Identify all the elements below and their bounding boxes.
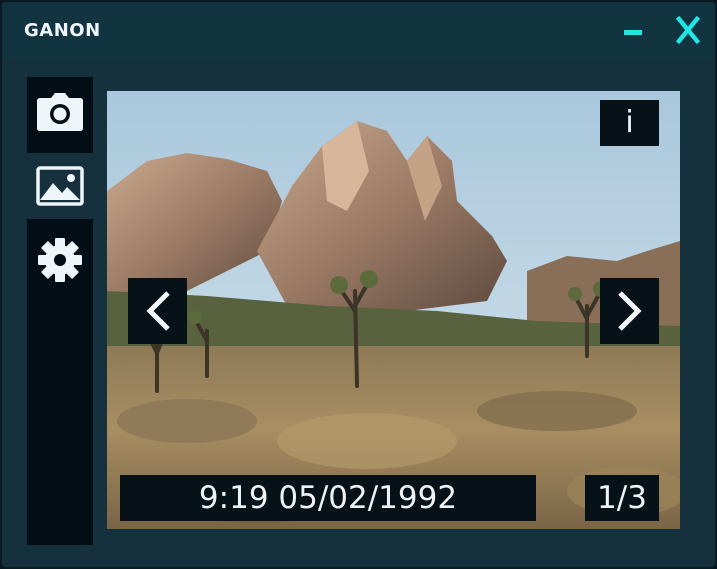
close-button[interactable] xyxy=(670,12,706,48)
gear-icon xyxy=(38,238,82,282)
app-window: GANON i 9:19 05/02/1992 1/3 xyxy=(0,0,717,569)
chevron-left-icon xyxy=(146,291,170,331)
minimize-button[interactable] xyxy=(621,18,647,44)
minimize-icon xyxy=(624,30,642,35)
titlebar: GANON xyxy=(2,2,715,60)
main-content: i 9:19 05/02/1992 1/3 xyxy=(27,77,693,545)
image-icon xyxy=(36,166,84,206)
chevron-right-icon xyxy=(618,291,642,331)
desert-landscape-image xyxy=(107,91,680,529)
camera-icon xyxy=(37,93,83,131)
photo-image: i 9:19 05/02/1992 1/3 xyxy=(107,91,680,529)
sidebar xyxy=(27,77,93,545)
close-icon xyxy=(675,15,701,45)
sidebar-item-settings[interactable] xyxy=(27,227,93,293)
next-photo-button[interactable] xyxy=(600,278,659,344)
info-button[interactable]: i xyxy=(600,100,659,146)
previous-photo-button[interactable] xyxy=(128,278,187,344)
photo-viewer: i 9:19 05/02/1992 1/3 xyxy=(93,77,693,545)
sidebar-item-camera[interactable] xyxy=(27,79,93,145)
photo-counter: 1/3 xyxy=(585,475,659,521)
app-title: GANON xyxy=(24,20,101,41)
sidebar-item-gallery[interactable] xyxy=(27,153,93,219)
photo-timestamp: 9:19 05/02/1992 xyxy=(120,475,536,521)
